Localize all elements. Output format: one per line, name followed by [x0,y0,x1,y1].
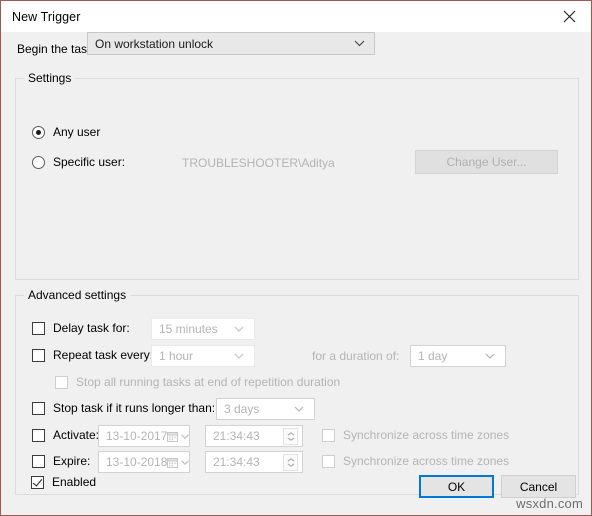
chevron-down-icon [233,350,245,362]
stop-task-combobox[interactable]: 3 days [216,398,315,420]
ok-button[interactable]: OK [419,475,494,498]
window-title: New Trigger [12,9,81,24]
close-icon [563,10,575,23]
new-trigger-dialog: New Trigger Begin the task: On workstati… [0,0,592,516]
change-user-button[interactable]: Change User... [415,150,558,174]
delay-task-label: Delay task for: [53,321,130,335]
begin-task-combobox[interactable]: On workstation unlock [87,32,375,55]
activate-checkbox[interactable]: Activate: [32,428,99,442]
specific-user-value: TROUBLESHOOTER\Aditya [182,156,335,170]
begin-task-value: On workstation unlock [95,36,214,51]
close-button[interactable] [547,2,591,32]
repeat-task-label: Repeat task every: [53,348,154,362]
advanced-settings-group-legend: Advanced settings [24,288,131,302]
repeat-task-value: 1 hour [159,349,194,363]
change-user-button-label: Change User... [446,155,527,169]
chevron-down-icon [181,433,190,439]
stop-all-running-tasks-checkbox-indicator [55,375,68,389]
stop-task-value: 3 days [224,402,260,416]
calendar-icon [167,431,179,442]
button-bar: OK Cancel wsxdn.com [1,465,591,515]
begin-task-label: Begin the task: [17,42,97,56]
radio-any-user-label: Any user [53,125,101,139]
ok-button-label: OK [447,479,466,494]
title-bar: New Trigger [1,1,591,32]
spinner-up-icon [286,457,295,462]
spinner-up-icon [286,431,295,436]
chevron-down-icon [181,459,190,465]
activate-date-icons [167,431,190,442]
activate-sync-timezones-checkbox[interactable]: Synchronize across time zones [322,428,509,442]
stop-all-running-tasks-label: Stop all running tasks at end of repetit… [76,375,341,389]
stop-task-checkbox[interactable]: Stop task if it runs longer than: [32,401,215,415]
chevron-down-icon [293,403,305,415]
repeat-task-checkbox-indicator [32,348,45,362]
chevron-down-icon [353,38,365,50]
spinner-down-icon [286,436,295,441]
dialog-body: Begin the task: On workstation unlock Se… [1,32,591,515]
activate-time-field[interactable]: 21:34:43 [205,425,303,447]
radio-specific-user-label: Specific user: [53,155,126,169]
activate-time-spinner[interactable] [283,427,298,445]
duration-combobox[interactable]: 1 day [410,345,506,367]
stop-task-label: Stop task if it runs longer than: [53,401,216,415]
delay-task-value: 15 minutes [159,322,218,336]
activate-date-field[interactable]: 13-10-2017 [98,425,190,447]
activate-checkbox-indicator [32,428,45,442]
repeat-task-combobox[interactable]: 1 hour [151,345,255,367]
watermark: wsxdn.com [516,496,583,511]
radio-any-user[interactable]: Any user [32,125,100,139]
duration-value: 1 day [418,349,448,363]
repeat-task-checkbox[interactable]: Repeat task every: [32,348,153,362]
activate-sync-timezones-checkbox-indicator [322,428,335,442]
duration-label: for a duration of: [312,349,400,363]
settings-group: Settings Any user Specific user: TROUBLE… [15,71,579,280]
activate-label: Activate: [53,428,100,442]
cancel-button-label: Cancel [519,479,558,494]
radio-any-user-indicator [32,125,45,139]
delay-task-combobox[interactable]: 15 minutes [151,318,255,340]
cancel-button[interactable]: Cancel [501,475,576,498]
activate-sync-timezones-label: Synchronize across time zones [343,428,510,442]
radio-specific-user-indicator [32,155,45,169]
activate-time-value: 21:34:43 [213,429,260,443]
chevron-down-icon [233,323,245,335]
delay-task-checkbox-indicator [32,321,45,335]
chevron-down-icon [484,350,496,362]
stop-all-running-tasks-checkbox[interactable]: Stop all running tasks at end of repetit… [55,375,340,389]
settings-group-legend: Settings [24,71,76,85]
delay-task-checkbox[interactable]: Delay task for: [32,321,130,335]
stop-task-checkbox-indicator [32,401,45,415]
radio-specific-user[interactable]: Specific user: [32,155,125,169]
activate-date-value: 13-10-2017 [106,429,168,443]
